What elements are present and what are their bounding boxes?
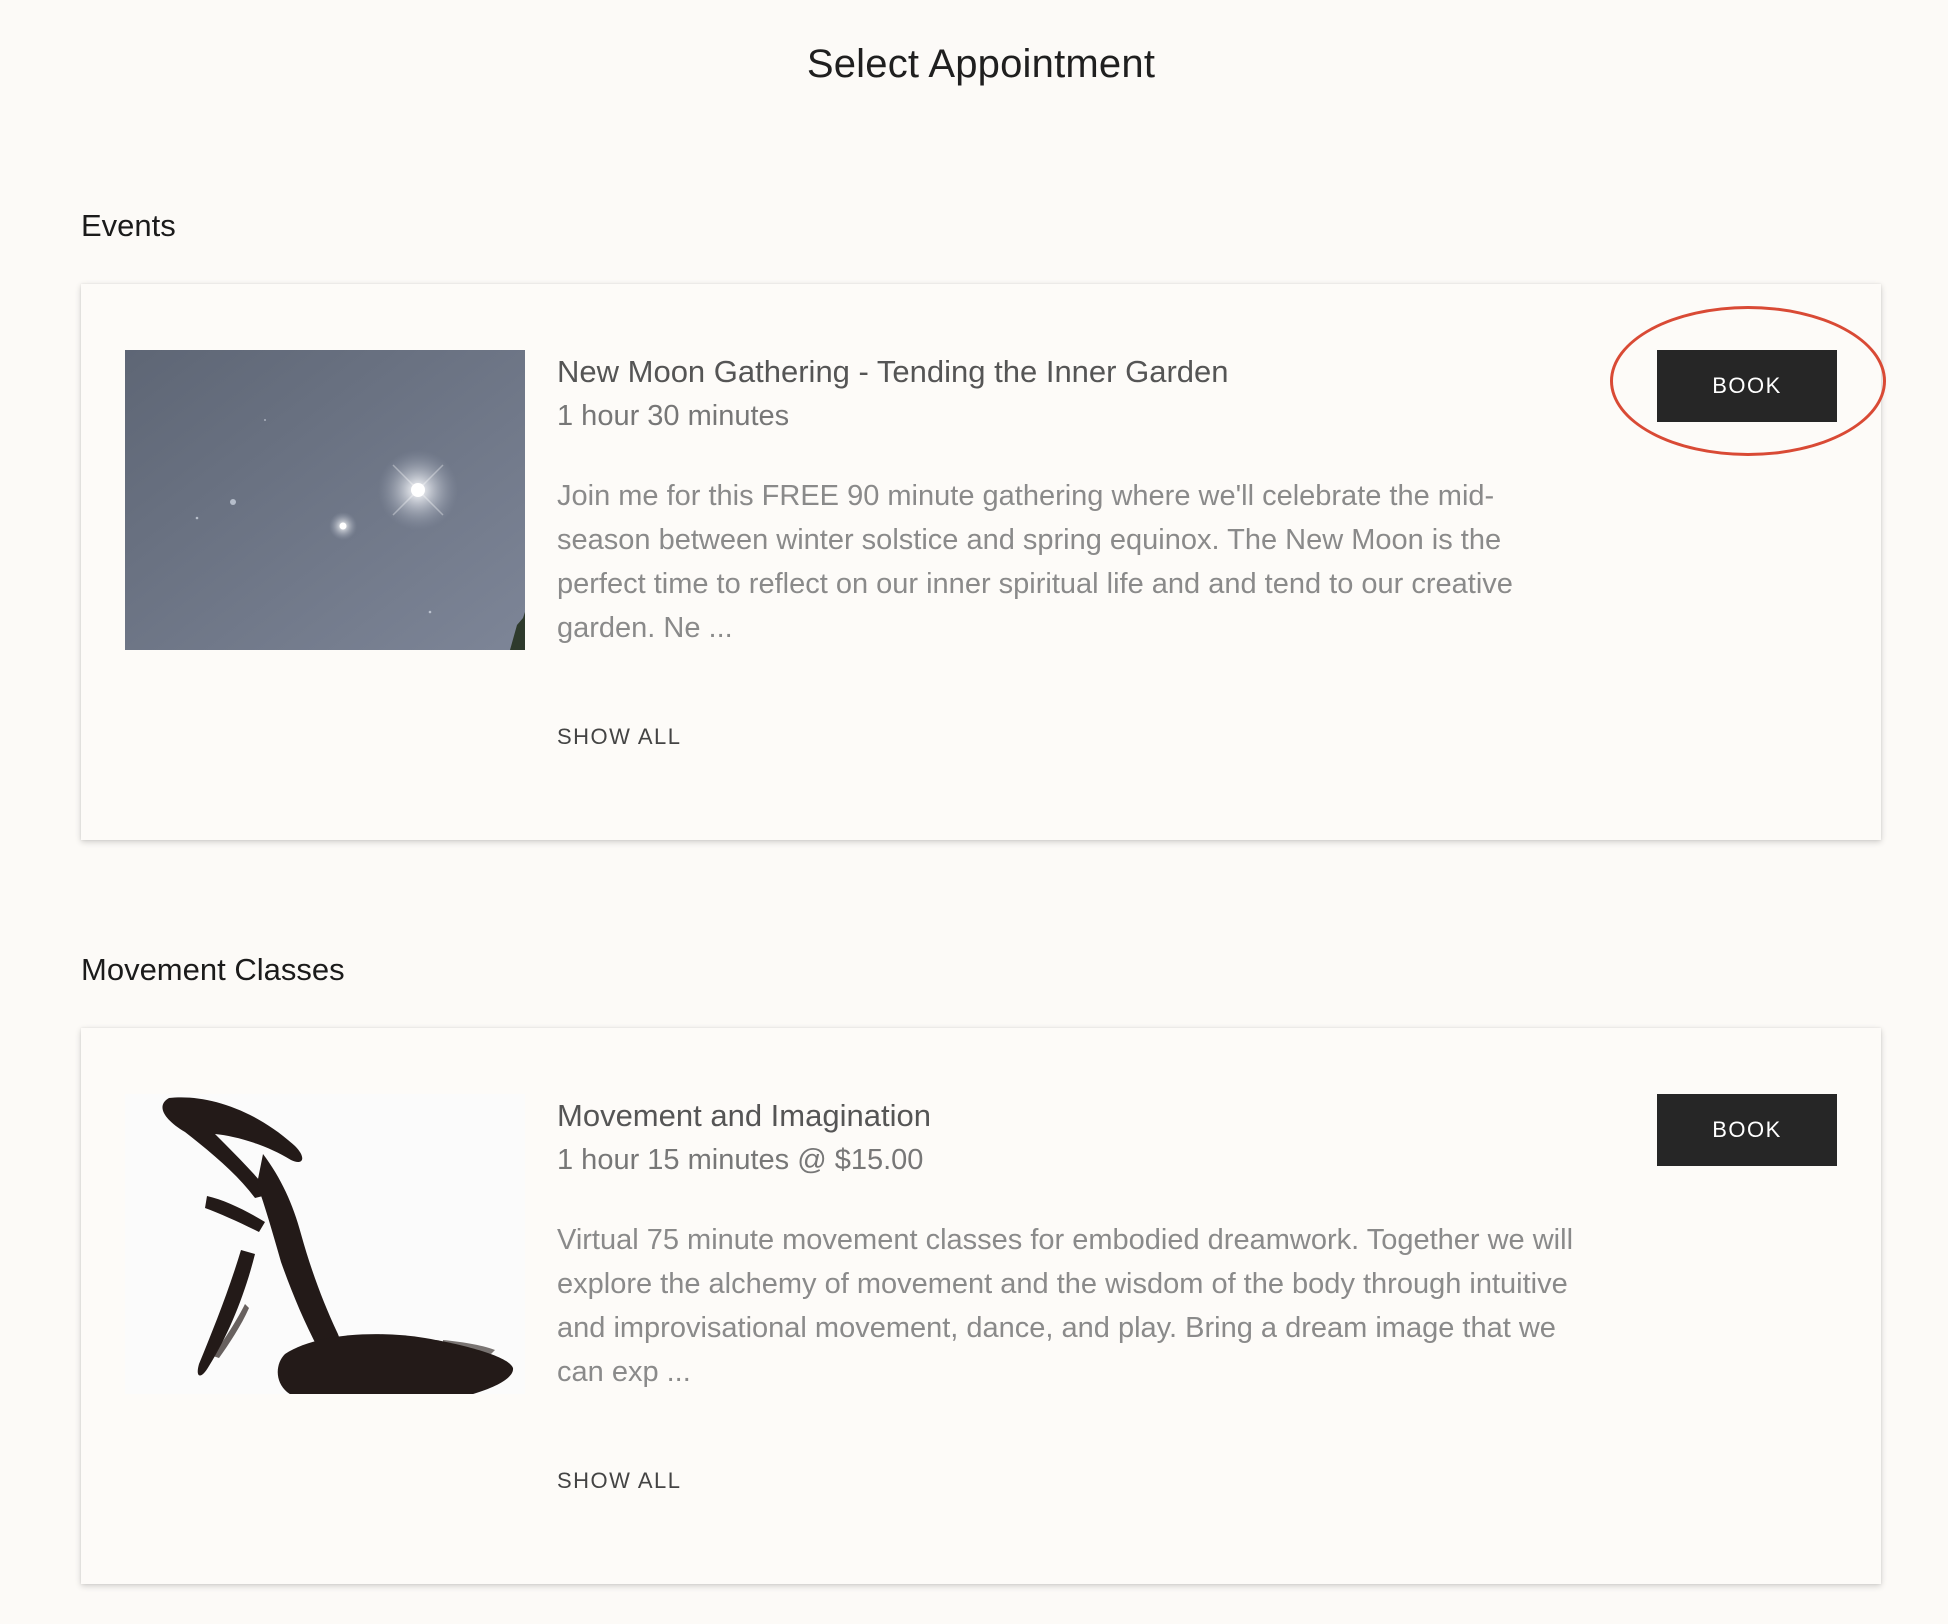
appointment-description: Virtual 75 minute movement classes for e… [557, 1224, 1574, 1388]
night-sky-image [125, 350, 525, 650]
appointment-card-movement: Movement and Imagination 1 hour 15 minut… [81, 1028, 1881, 1584]
appointment-duration: 1 hour 30 minutes [557, 400, 790, 432]
show-all-link[interactable]: SHOW ALL [557, 724, 681, 750]
section-title-movement-classes: Movement Classes [81, 952, 345, 987]
appointment-duration: 1 hour 15 minutes @ $15.00 [557, 1144, 924, 1176]
book-button[interactable]: BOOK [1657, 350, 1837, 422]
ink-brush-figure-image [125, 1094, 525, 1394]
appointment-title: Movement and Imagination [557, 1098, 931, 1133]
appointment-card-new-moon: New Moon Gathering - Tending the Inner G… [81, 284, 1881, 840]
book-button[interactable]: BOOK [1657, 1094, 1837, 1166]
appointment-description: Join me for this FREE 90 minute gatherin… [557, 480, 1513, 644]
show-all-link[interactable]: SHOW ALL [557, 1468, 681, 1494]
section-title-events: Events [81, 208, 176, 243]
appointment-title: New Moon Gathering - Tending the Inner G… [557, 354, 1229, 389]
page-title: Select Appointment [806, 42, 1156, 86]
